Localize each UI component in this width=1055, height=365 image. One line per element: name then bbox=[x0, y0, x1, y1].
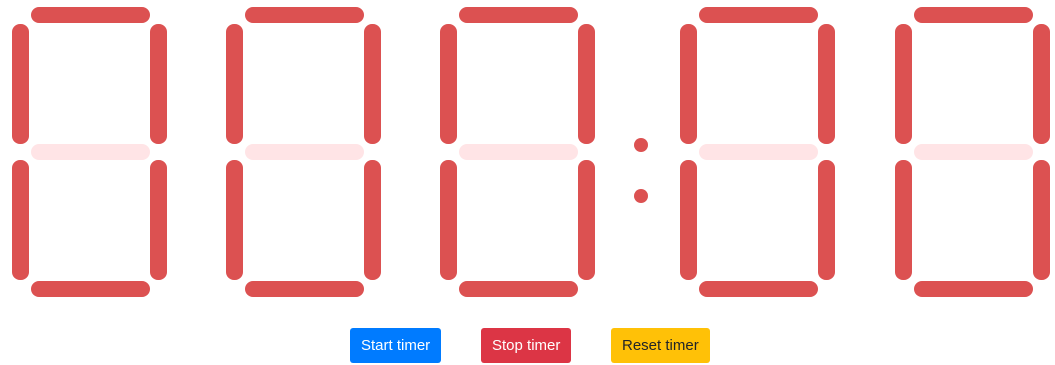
segment-b bbox=[818, 24, 835, 144]
segment-g bbox=[699, 144, 818, 160]
segment-e bbox=[680, 160, 697, 280]
segment-g bbox=[31, 144, 150, 160]
segment-a bbox=[459, 7, 578, 23]
segment-g bbox=[245, 144, 364, 160]
timer-digit-2 bbox=[226, 7, 382, 297]
segment-b bbox=[150, 24, 167, 144]
segment-e bbox=[440, 160, 457, 280]
segment-d bbox=[31, 281, 150, 297]
segment-c bbox=[818, 160, 835, 280]
segment-d bbox=[245, 281, 364, 297]
segment-e bbox=[12, 160, 29, 280]
segment-c bbox=[150, 160, 167, 280]
segment-c bbox=[578, 160, 595, 280]
segment-a bbox=[699, 7, 818, 23]
segment-c bbox=[1033, 160, 1050, 280]
segment-b bbox=[578, 24, 595, 144]
timer-digit-1 bbox=[12, 7, 168, 297]
segment-a bbox=[914, 7, 1033, 23]
segment-e bbox=[226, 160, 243, 280]
timer-digit-4 bbox=[680, 7, 836, 297]
reset-timer-button[interactable]: Reset timer bbox=[611, 328, 710, 363]
segment-g bbox=[914, 144, 1033, 160]
segment-g bbox=[459, 144, 578, 160]
segment-d bbox=[459, 281, 578, 297]
segment-f bbox=[12, 24, 29, 144]
segment-f bbox=[680, 24, 697, 144]
segment-a bbox=[245, 7, 364, 23]
segment-e bbox=[895, 160, 912, 280]
timer-digit-3 bbox=[440, 7, 596, 297]
timer-colon-separator bbox=[634, 138, 650, 206]
timer-display bbox=[0, 0, 1055, 300]
segment-b bbox=[1033, 24, 1050, 144]
segment-d bbox=[914, 281, 1033, 297]
segment-a bbox=[31, 7, 150, 23]
segment-f bbox=[440, 24, 457, 144]
segment-c bbox=[364, 160, 381, 280]
segment-f bbox=[895, 24, 912, 144]
segment-d bbox=[699, 281, 818, 297]
colon-top-dot bbox=[634, 138, 648, 152]
timer-controls: Start timer Stop timer Reset timer bbox=[0, 328, 1055, 364]
timer-digit-5 bbox=[895, 7, 1051, 297]
segment-f bbox=[226, 24, 243, 144]
stop-timer-button[interactable]: Stop timer bbox=[481, 328, 572, 363]
start-timer-button[interactable]: Start timer bbox=[350, 328, 442, 363]
colon-bottom-dot bbox=[634, 189, 648, 203]
segment-b bbox=[364, 24, 381, 144]
